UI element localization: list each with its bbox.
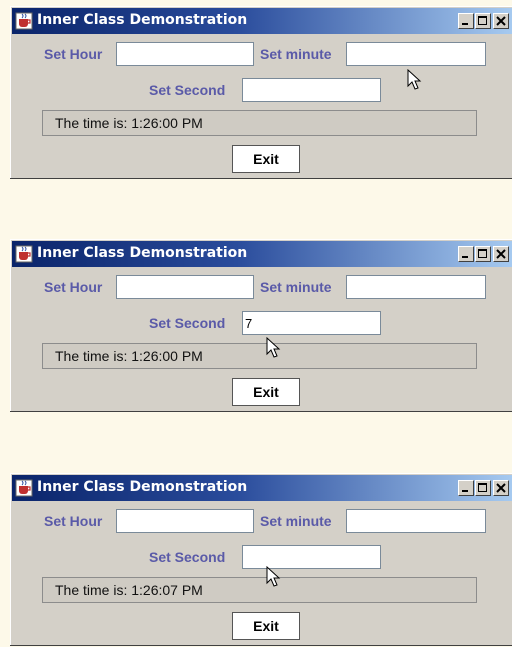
exit-button[interactable]: Exit <box>232 612 300 640</box>
maximize-button[interactable] <box>475 246 491 262</box>
mouse-pointer-icon <box>407 69 422 90</box>
set-minute-label: Set minute <box>260 46 332 62</box>
close-icon <box>496 16 506 26</box>
java-cup-icon[interactable] <box>15 479 33 497</box>
inner-class-window-1: Inner Class Demonstration Set Hour Set m… <box>10 6 512 179</box>
set-hour-field[interactable] <box>116 42 254 66</box>
set-hour-field[interactable] <box>116 509 254 533</box>
exit-button[interactable]: Exit <box>232 145 300 173</box>
minimize-icon <box>462 256 468 258</box>
mouse-pointer-icon <box>266 337 281 358</box>
maximize-icon <box>478 16 487 25</box>
maximize-button[interactable] <box>475 480 491 496</box>
mouse-pointer-icon <box>266 566 281 587</box>
set-minute-field[interactable] <box>346 275 486 299</box>
close-button[interactable] <box>493 246 509 262</box>
time-display: The time is: 1:26:00 PM <box>42 110 477 136</box>
set-minute-field[interactable] <box>346 509 486 533</box>
set-hour-field[interactable] <box>116 275 254 299</box>
maximize-icon <box>478 249 487 258</box>
exit-button[interactable]: Exit <box>232 378 300 406</box>
set-minute-label: Set minute <box>260 279 332 295</box>
maximize-icon <box>478 483 487 492</box>
set-second-label: Set Second <box>149 82 226 98</box>
time-display: The time is: 1:26:07 PM <box>42 577 477 603</box>
window-title: Inner Class Demonstration <box>37 12 248 28</box>
inner-class-window-2: Inner Class Demonstration Set Hour Set m… <box>10 239 512 412</box>
inner-class-window-3: Inner Class Demonstration Set Hour Set m… <box>10 473 512 646</box>
window-title: Inner Class Demonstration <box>37 245 248 261</box>
title-bar[interactable]: Inner Class Demonstration <box>12 475 512 501</box>
title-bar[interactable]: Inner Class Demonstration <box>12 8 512 34</box>
set-minute-field[interactable] <box>346 42 486 66</box>
java-cup-icon[interactable] <box>15 245 33 263</box>
title-bar[interactable]: Inner Class Demonstration <box>12 241 512 267</box>
minimize-button[interactable] <box>458 480 474 496</box>
set-second-field[interactable] <box>242 78 381 102</box>
minimize-button[interactable] <box>458 246 474 262</box>
minimize-icon <box>462 490 468 492</box>
close-icon <box>496 483 506 493</box>
java-cup-icon[interactable] <box>15 12 33 30</box>
close-icon <box>496 249 506 259</box>
time-display: The time is: 1:26:00 PM <box>42 343 477 369</box>
set-second-label: Set Second <box>149 315 226 331</box>
set-second-label: Set Second <box>149 549 226 565</box>
window-title: Inner Class Demonstration <box>37 479 248 495</box>
minimize-icon <box>462 23 468 25</box>
set-second-field[interactable] <box>242 311 381 335</box>
set-second-field[interactable] <box>242 545 381 569</box>
close-button[interactable] <box>493 13 509 29</box>
set-hour-label: Set Hour <box>44 279 103 295</box>
minimize-button[interactable] <box>458 13 474 29</box>
maximize-button[interactable] <box>475 13 491 29</box>
set-hour-label: Set Hour <box>44 46 103 62</box>
set-hour-label: Set Hour <box>44 513 103 529</box>
close-button[interactable] <box>493 480 509 496</box>
set-minute-label: Set minute <box>260 513 332 529</box>
